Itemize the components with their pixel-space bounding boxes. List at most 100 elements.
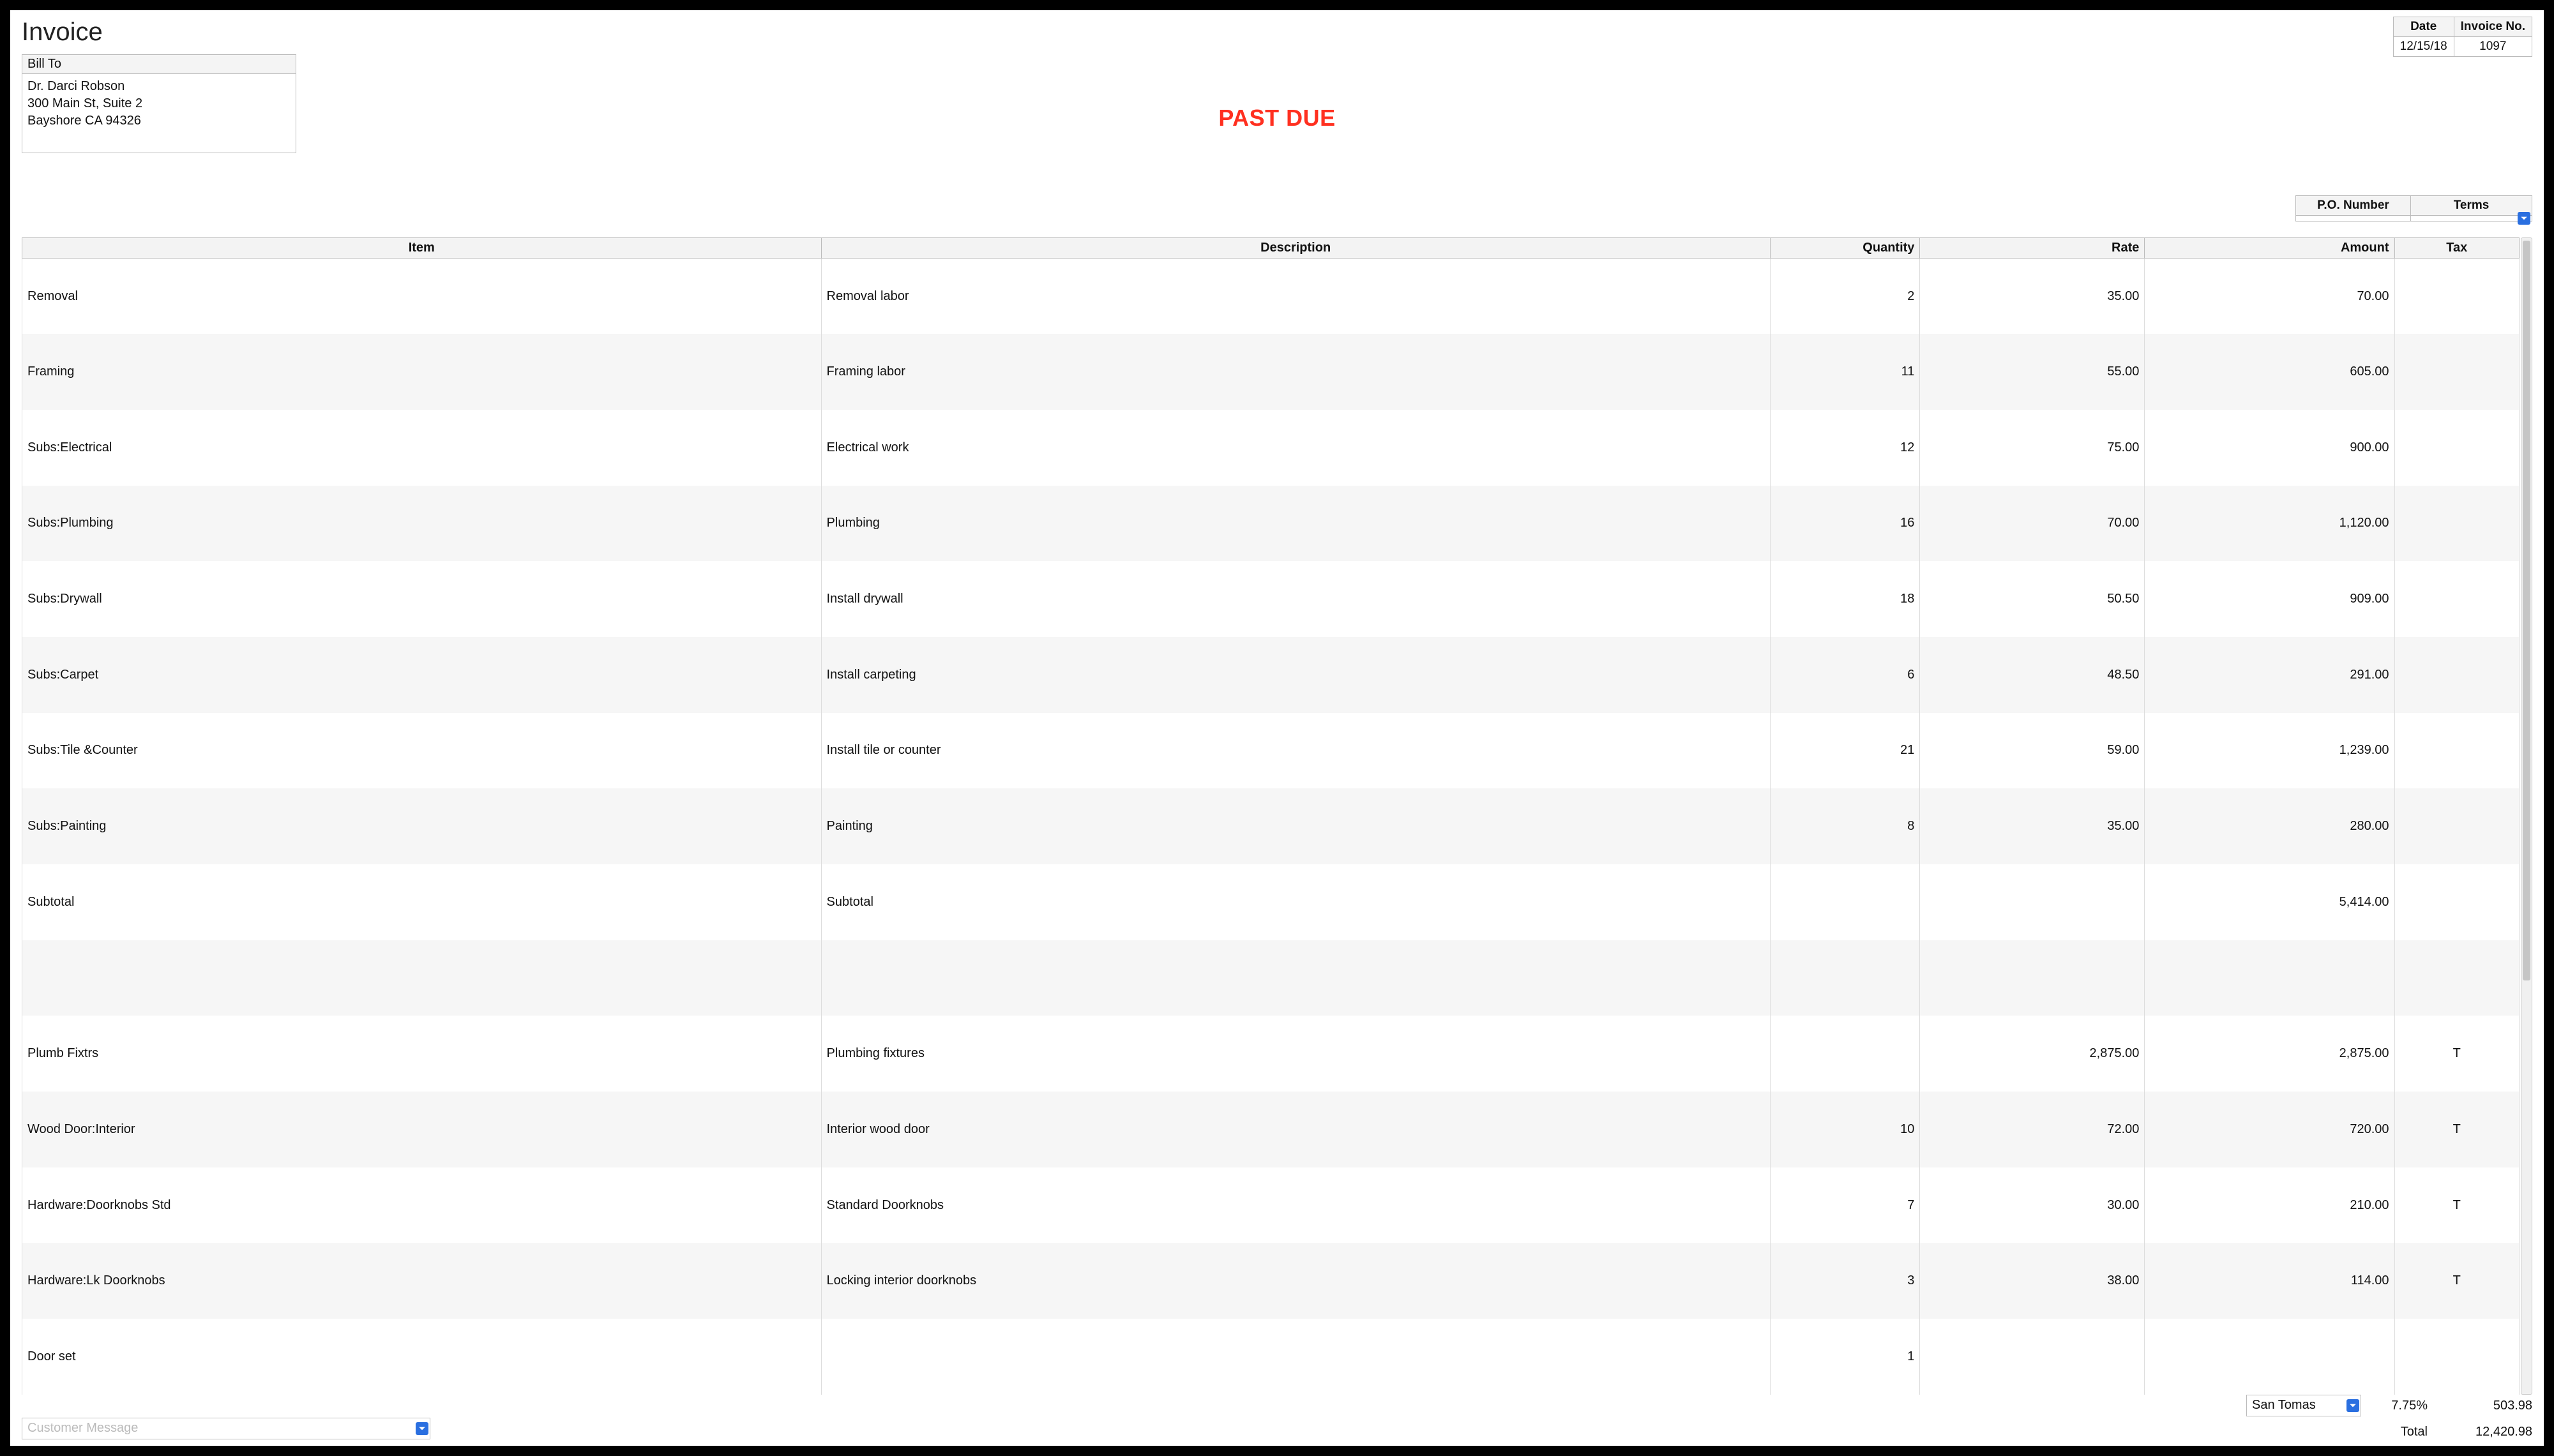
cell-rate[interactable]: 30.00 bbox=[1920, 1167, 2145, 1243]
invoice-number-field[interactable]: 1097 bbox=[2454, 37, 2532, 57]
cell-item[interactable]: Hardware:Doorknobs Std bbox=[22, 1167, 822, 1243]
chevron-down-icon[interactable] bbox=[2518, 212, 2530, 225]
cell-tax[interactable] bbox=[2394, 410, 2520, 486]
cell-description[interactable]: Painting bbox=[821, 788, 1770, 864]
cell-quantity[interactable]: 21 bbox=[1770, 713, 1920, 789]
cell-tax[interactable] bbox=[2394, 561, 2520, 637]
cell-rate[interactable] bbox=[1920, 864, 2145, 940]
cell-rate[interactable] bbox=[1920, 1319, 2145, 1395]
tax-jurisdiction-dropdown[interactable]: San Tomas bbox=[2246, 1395, 2361, 1416]
col-quantity[interactable]: Quantity bbox=[1770, 238, 1920, 259]
cell-quantity[interactable]: 16 bbox=[1770, 486, 1920, 562]
cell-item[interactable]: Subtotal bbox=[22, 864, 822, 940]
cell-item[interactable]: Subs:Painting bbox=[22, 788, 822, 864]
cell-amount[interactable] bbox=[2145, 940, 2394, 1016]
cell-description[interactable]: Subtotal bbox=[821, 864, 1770, 940]
cell-quantity[interactable]: 12 bbox=[1770, 410, 1920, 486]
cell-quantity[interactable]: 18 bbox=[1770, 561, 1920, 637]
cell-amount[interactable]: 291.00 bbox=[2145, 637, 2394, 713]
chevron-down-icon[interactable] bbox=[416, 1422, 428, 1435]
table-row[interactable]: SubtotalSubtotal 5,414.00 bbox=[22, 864, 2520, 940]
cell-amount[interactable]: 909.00 bbox=[2145, 561, 2394, 637]
table-row[interactable]: Subs:Tile &CounterInstall tile or counte… bbox=[22, 713, 2520, 789]
cell-rate[interactable]: 35.00 bbox=[1920, 259, 2145, 334]
table-row[interactable]: FramingFraming labor1155.00605.00 bbox=[22, 334, 2520, 410]
terms-dropdown[interactable] bbox=[2411, 216, 2532, 221]
table-row[interactable]: Subs:PlumbingPlumbing1670.001,120.00 bbox=[22, 486, 2520, 562]
cell-description[interactable] bbox=[821, 1319, 1770, 1395]
cell-tax[interactable] bbox=[2394, 486, 2520, 562]
cell-quantity[interactable]: 7 bbox=[1770, 1167, 1920, 1243]
cell-quantity[interactable]: 6 bbox=[1770, 637, 1920, 713]
table-row[interactable]: Subs:PaintingPainting835.00280.00 bbox=[22, 788, 2520, 864]
col-description[interactable]: Description bbox=[821, 238, 1770, 259]
cell-amount[interactable]: 280.00 bbox=[2145, 788, 2394, 864]
cell-item[interactable]: Wood Door:Interior bbox=[22, 1092, 822, 1167]
table-row[interactable]: Wood Door:InteriorInterior wood door1072… bbox=[22, 1092, 2520, 1167]
cell-description[interactable]: Plumbing bbox=[821, 486, 1770, 562]
cell-amount[interactable]: 720.00 bbox=[2145, 1092, 2394, 1167]
cell-description[interactable]: Framing labor bbox=[821, 334, 1770, 410]
cell-description[interactable]: Standard Doorknobs bbox=[821, 1167, 1770, 1243]
cell-rate[interactable]: 35.00 bbox=[1920, 788, 2145, 864]
cell-description[interactable] bbox=[821, 940, 1770, 1016]
cell-tax[interactable]: T bbox=[2394, 1167, 2520, 1243]
cell-rate[interactable]: 2,875.00 bbox=[1920, 1016, 2145, 1092]
cell-tax[interactable]: T bbox=[2394, 1016, 2520, 1092]
chevron-down-icon[interactable] bbox=[2346, 1399, 2359, 1412]
cell-amount[interactable]: 210.00 bbox=[2145, 1167, 2394, 1243]
cell-rate[interactable]: 59.00 bbox=[1920, 713, 2145, 789]
table-row[interactable]: Hardware:Lk DoorknobsLocking interior do… bbox=[22, 1243, 2520, 1319]
cell-tax[interactable] bbox=[2394, 259, 2520, 334]
cell-rate[interactable]: 50.50 bbox=[1920, 561, 2145, 637]
col-item[interactable]: Item bbox=[22, 238, 822, 259]
cell-item[interactable]: Subs:Electrical bbox=[22, 410, 822, 486]
cell-item[interactable]: Subs:Carpet bbox=[22, 637, 822, 713]
col-amount[interactable]: Amount bbox=[2145, 238, 2394, 259]
cell-description[interactable]: Electrical work bbox=[821, 410, 1770, 486]
date-field[interactable]: 12/15/18 bbox=[2393, 37, 2454, 57]
cell-rate[interactable]: 70.00 bbox=[1920, 486, 2145, 562]
customer-message-dropdown[interactable]: Customer Message bbox=[22, 1418, 430, 1439]
cell-quantity[interactable]: 8 bbox=[1770, 788, 1920, 864]
cell-tax[interactable] bbox=[2394, 940, 2520, 1016]
cell-item[interactable]: Door set bbox=[22, 1319, 822, 1395]
cell-item[interactable]: Subs:Drywall bbox=[22, 561, 822, 637]
cell-amount[interactable]: 2,875.00 bbox=[2145, 1016, 2394, 1092]
cell-item[interactable] bbox=[22, 940, 822, 1016]
cell-tax[interactable] bbox=[2394, 1319, 2520, 1395]
cell-quantity[interactable] bbox=[1770, 940, 1920, 1016]
cell-tax[interactable] bbox=[2394, 334, 2520, 410]
table-row[interactable]: Subs:ElectricalElectrical work1275.00900… bbox=[22, 410, 2520, 486]
cell-rate[interactable]: 72.00 bbox=[1920, 1092, 2145, 1167]
cell-amount[interactable]: 5,414.00 bbox=[2145, 864, 2394, 940]
cell-quantity[interactable]: 2 bbox=[1770, 259, 1920, 334]
cell-tax[interactable]: T bbox=[2394, 1092, 2520, 1167]
cell-amount[interactable]: 900.00 bbox=[2145, 410, 2394, 486]
cell-quantity[interactable] bbox=[1770, 864, 1920, 940]
cell-description[interactable]: Install carpeting bbox=[821, 637, 1770, 713]
cell-item[interactable]: Subs:Tile &Counter bbox=[22, 713, 822, 789]
po-number-field[interactable] bbox=[2296, 216, 2411, 221]
cell-item[interactable]: Framing bbox=[22, 334, 822, 410]
cell-rate[interactable]: 55.00 bbox=[1920, 334, 2145, 410]
cell-quantity[interactable]: 1 bbox=[1770, 1319, 1920, 1395]
cell-description[interactable]: Interior wood door bbox=[821, 1092, 1770, 1167]
cell-description[interactable]: Removal labor bbox=[821, 259, 1770, 334]
line-items-table[interactable]: Item Description Quantity Rate Amount Ta… bbox=[22, 237, 2520, 1395]
table-row[interactable]: RemovalRemoval labor235.0070.00 bbox=[22, 259, 2520, 334]
table-scrollbar[interactable] bbox=[2521, 237, 2532, 1395]
scrollbar-thumb[interactable] bbox=[2523, 241, 2530, 980]
cell-quantity[interactable]: 11 bbox=[1770, 334, 1920, 410]
cell-tax[interactable] bbox=[2394, 864, 2520, 940]
cell-description[interactable]: Plumbing fixtures bbox=[821, 1016, 1770, 1092]
col-tax[interactable]: Tax bbox=[2394, 238, 2520, 259]
cell-rate[interactable]: 38.00 bbox=[1920, 1243, 2145, 1319]
cell-quantity[interactable] bbox=[1770, 1016, 1920, 1092]
cell-item[interactable]: Subs:Plumbing bbox=[22, 486, 822, 562]
cell-description[interactable]: Locking interior doorknobs bbox=[821, 1243, 1770, 1319]
cell-amount[interactable]: 70.00 bbox=[2145, 259, 2394, 334]
cell-description[interactable]: Install drywall bbox=[821, 561, 1770, 637]
cell-quantity[interactable]: 3 bbox=[1770, 1243, 1920, 1319]
table-row[interactable]: Subs:CarpetInstall carpeting648.50291.00 bbox=[22, 637, 2520, 713]
